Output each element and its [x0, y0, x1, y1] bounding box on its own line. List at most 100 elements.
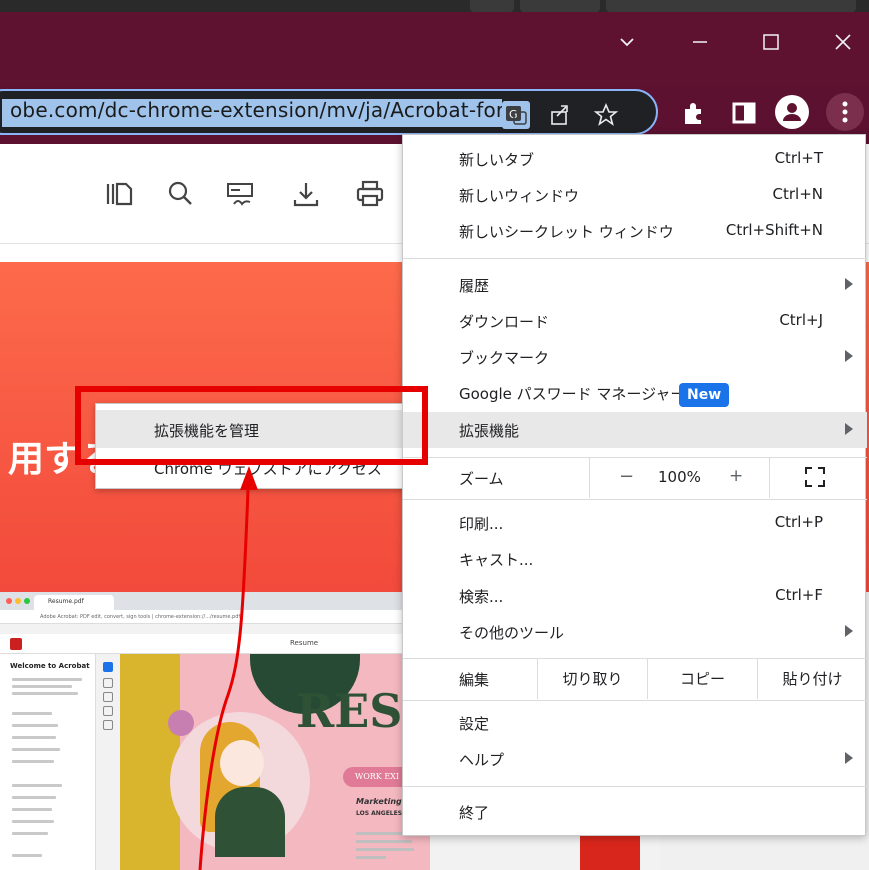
submenu-arrow-icon — [845, 752, 853, 764]
close-icon[interactable] — [823, 22, 863, 62]
select-tool-icon — [103, 662, 113, 672]
menu-item-label: 検索... — [459, 588, 504, 606]
menu-item-extensions[interactable]: 拡張機能 — [403, 412, 867, 448]
menu-item-history[interactable]: 履歴 — [403, 267, 867, 303]
menu-item-more-tools[interactable]: その他のツール — [403, 614, 867, 650]
text-line — [12, 692, 78, 695]
share-icon[interactable] — [546, 101, 574, 129]
profile-icon[interactable] — [775, 95, 809, 129]
paste-button[interactable]: 貼り付け — [757, 659, 867, 699]
copy-button[interactable]: コピー — [647, 659, 757, 699]
pen-tool-icon — [103, 692, 113, 702]
chevron-down-icon[interactable] — [607, 22, 647, 62]
zoom-value: 100% — [658, 468, 701, 486]
menu-item-label: 履歴 — [459, 277, 490, 295]
text-line — [12, 724, 58, 727]
menu-item-label: ブックマーク — [459, 349, 550, 367]
menu-item-help[interactable]: ヘルプ — [403, 741, 867, 777]
portrait-face — [220, 740, 264, 786]
menu-item-find[interactable]: 検索... Ctrl+F — [403, 578, 867, 614]
zoom-row: ズーム − 100% + — [403, 458, 867, 498]
resume-dot — [168, 710, 194, 736]
fullscreen-icon[interactable] — [805, 467, 825, 487]
search-icon[interactable] — [162, 176, 198, 212]
tab-strip — [0, 0, 869, 12]
menu-separator — [403, 258, 867, 259]
embedded-tab: Resume.pdf — [34, 595, 114, 610]
menu-item-label: 新しいタブ — [459, 151, 535, 169]
menu-item-label: Google パスワード マネージャー — [459, 385, 686, 403]
zoom-out-button[interactable]: − — [619, 466, 634, 487]
menu-item-cast[interactable]: キャスト... — [403, 541, 867, 577]
star-icon[interactable] — [592, 101, 620, 129]
menu-item-label: 印刷... — [459, 515, 504, 533]
text-line — [12, 808, 52, 811]
text-line — [356, 856, 386, 859]
menu-separator — [403, 700, 867, 701]
menu-item-new-incognito[interactable]: 新しいシークレット ウィンドウ Ctrl+Shift+N — [403, 213, 867, 249]
submenu-arrow-icon — [845, 423, 853, 435]
menu-item-exit[interactable]: 終了 — [403, 794, 867, 830]
menu-separator — [403, 786, 867, 787]
puzzle-extensions-icon[interactable] — [676, 96, 710, 130]
text-line — [12, 685, 72, 688]
menu-item-print[interactable]: 印刷... Ctrl+P — [403, 505, 867, 541]
highlight-box — [75, 386, 428, 465]
submenu-arrow-icon — [845, 350, 853, 362]
tab[interactable] — [606, 0, 856, 12]
maximize-icon[interactable] — [751, 22, 791, 62]
minimize-icon[interactable] — [680, 22, 720, 62]
menu-item-new-tab[interactable]: 新しいタブ Ctrl+T — [403, 141, 867, 177]
text-line — [12, 760, 54, 763]
menu-item-shortcut: Ctrl+T — [774, 149, 823, 167]
download-icon[interactable] — [288, 176, 324, 212]
menu-item-settings[interactable]: 設定 — [403, 705, 867, 741]
menu-item-shortcut: Ctrl+N — [772, 185, 823, 203]
menu-item-label: キャスト... — [459, 551, 534, 569]
shape-tool-icon — [103, 706, 113, 716]
text-line — [12, 678, 82, 681]
fill-sign-icon[interactable] — [222, 176, 258, 212]
zoom-in-button[interactable]: + — [729, 466, 743, 486]
embedded-url: Adobe Acrobat: PDF edit, convert, sign t… — [0, 610, 430, 624]
menu-item-label: 拡張機能 — [459, 422, 520, 440]
new-badge: New — [679, 383, 730, 407]
url-text[interactable]: obe.com/dc-chrome-extension/mv/ja/Acroba… — [10, 98, 525, 122]
menu-item-label: ヘルプ — [459, 751, 505, 769]
text-line — [12, 736, 56, 739]
address-bar[interactable]: obe.com/dc-chrome-extension/mv/ja/Acroba… — [0, 89, 658, 135]
text-line — [356, 840, 412, 843]
submenu-arrow-icon — [845, 278, 853, 290]
kebab-menu-icon[interactable] — [826, 93, 864, 131]
translate-icon[interactable]: G — [502, 101, 530, 129]
resume-accent — [120, 654, 180, 870]
zoom-tool-icon — [103, 678, 113, 688]
menu-item-bookmarks[interactable]: ブックマーク — [403, 339, 867, 375]
text-line — [12, 854, 42, 857]
embedded-sidebar: Welcome to Acrobat — [0, 654, 96, 870]
text-line — [12, 784, 62, 787]
menu-item-password-manager[interactable]: Google パスワード マネージャー — [403, 375, 867, 411]
dot-icon — [6, 598, 12, 604]
tab[interactable] — [470, 0, 514, 12]
embedded-sidebar-title: Welcome to Acrobat — [10, 662, 90, 670]
text-line — [356, 848, 414, 851]
menu-item-downloads[interactable]: ダウンロード Ctrl+J — [403, 303, 867, 339]
embedded-toolbar: Resume — [0, 634, 430, 654]
thumbnails-icon[interactable] — [100, 176, 136, 212]
menu-item-label: 新しいシークレット ウィンドウ — [459, 223, 674, 241]
menu-item-shortcut: Ctrl+Shift+N — [725, 221, 823, 239]
text-line — [12, 832, 48, 835]
print-icon[interactable] — [352, 176, 388, 212]
tab[interactable] — [520, 0, 600, 12]
menu-item-new-window[interactable]: 新しいウィンドウ Ctrl+N — [403, 177, 867, 213]
menu-item-label: その他のツール — [459, 624, 565, 642]
side-panel-icon[interactable] — [727, 96, 761, 130]
edit-row: 編集 切り取り コピー 貼り付け — [403, 659, 867, 699]
portrait-body — [215, 787, 285, 857]
dot-icon — [24, 598, 30, 604]
dot-icon — [15, 598, 21, 604]
menu-item-label: 新しいウィンドウ — [459, 187, 580, 205]
embedded-red-block — [580, 832, 640, 870]
cut-button[interactable]: 切り取り — [537, 659, 647, 699]
